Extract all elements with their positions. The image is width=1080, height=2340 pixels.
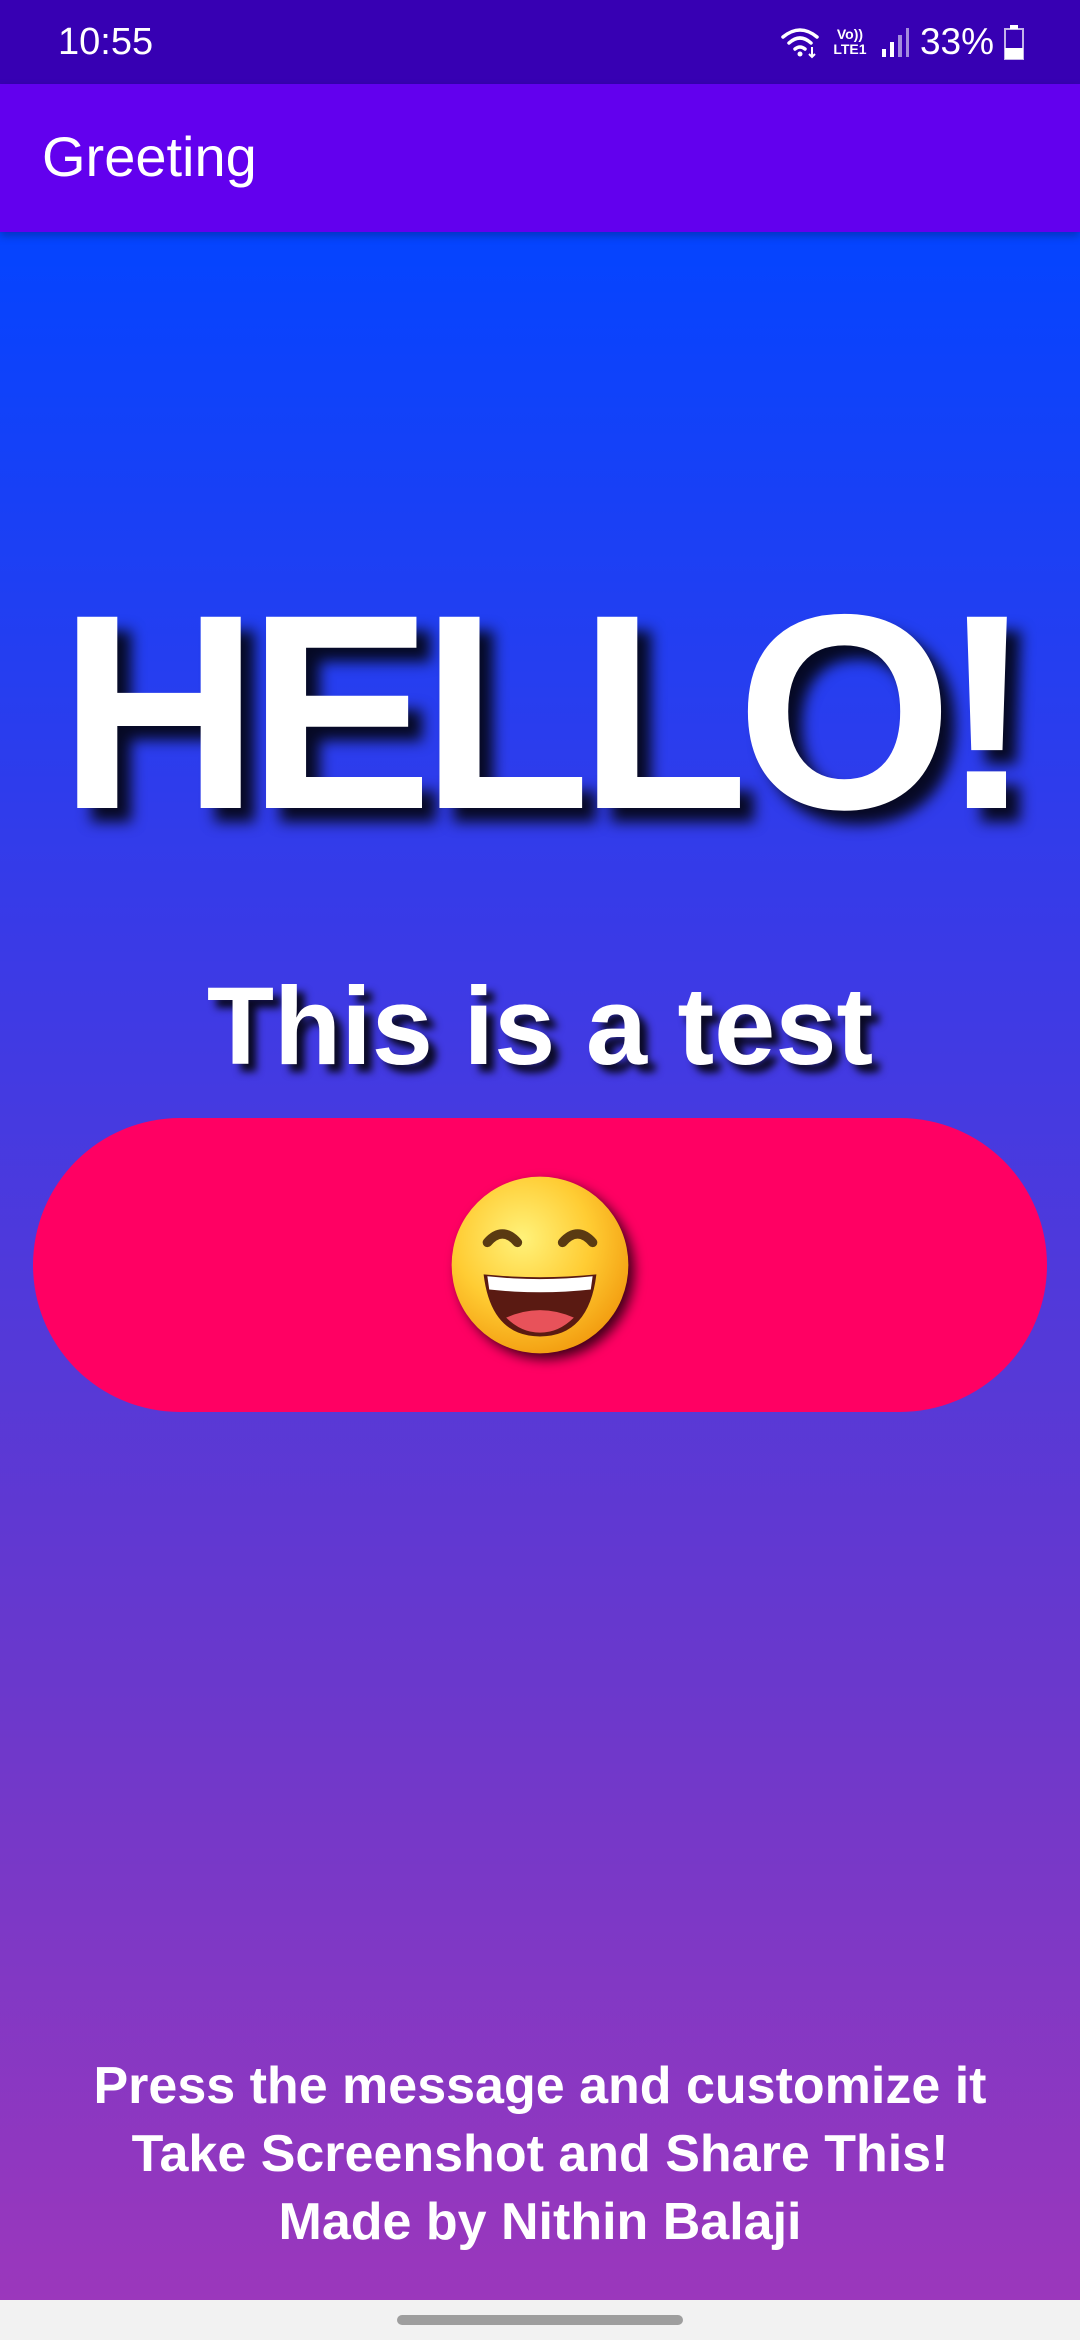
navigation-bar <box>0 2300 1080 2340</box>
greeting-message[interactable]: This is a test <box>0 962 1080 1092</box>
app-title: Greeting <box>42 125 257 188</box>
footer-credit: Made by Nithin Balaji <box>278 2193 802 2251</box>
status-time: 10:55 <box>58 21 154 63</box>
footer-line: Press the message and customize it <box>93 2057 987 2115</box>
network-type-label: Vo)) LTE1 <box>833 26 867 57</box>
home-gesture-handle[interactable] <box>397 2315 683 2325</box>
footer-line: Take Screenshot and Share This! <box>131 2125 949 2183</box>
grinning-face-emoji-icon <box>451 1176 629 1354</box>
greeting-headline[interactable]: HELLO! <box>0 572 1080 852</box>
status-bar: 10:55 Vo)) LTE1 33% <box>0 0 1080 84</box>
emoji-button[interactable] <box>33 1118 1047 1412</box>
wifi-icon <box>781 28 819 59</box>
footer-instructions: Press the message and customize it Take … <box>0 2052 1080 2256</box>
status-icons: Vo)) LTE1 33% <box>780 18 1024 66</box>
battery-icon <box>1004 25 1024 60</box>
greeting-screen: HELLO! This is a test Press the message … <box>0 232 1080 2300</box>
battery-percentage: 33% <box>919 21 994 62</box>
app-bar: Greeting <box>0 84 1080 232</box>
signal-icon <box>881 28 909 57</box>
